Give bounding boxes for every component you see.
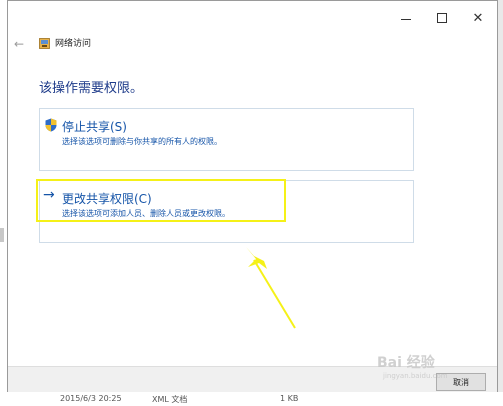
file-date: 2015/6/3 20:25 <box>60 394 122 403</box>
background-file-row: 2015/6/3 20:25 XML 文档 1 KB <box>0 392 503 406</box>
watermark-sub: jingyan.baidu.com <box>383 372 448 380</box>
background-scroll-marker <box>0 228 4 242</box>
watermark: Bai 经验 <box>377 355 435 371</box>
annotation-arrow <box>246 247 296 329</box>
file-type: XML 文档 <box>152 395 188 404</box>
file-size: 1 KB <box>280 394 299 403</box>
network-access-dialog: ✕ ← 网络访问 该操作需要权限。 停止共享(S) 选择该选项可删除与你共享的所… <box>7 0 498 393</box>
